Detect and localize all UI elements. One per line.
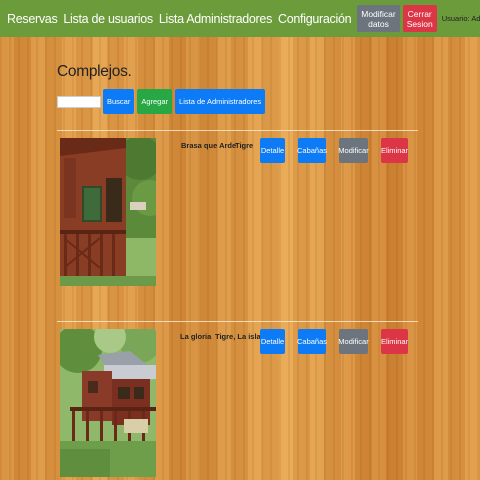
logout-button[interactable]: Cerrar Sesion	[402, 5, 437, 32]
search-toolbar: Buscar Agregar Lista de Administradores	[57, 89, 268, 114]
delete-button[interactable]: Eliminar	[381, 329, 408, 354]
complex-photo	[60, 138, 156, 286]
search-input[interactable]	[57, 95, 101, 108]
detail-button[interactable]: Detalle	[260, 329, 285, 354]
complex-location: Tigre	[235, 141, 254, 150]
complex-location: Tigre, La isla	[215, 332, 261, 341]
cabins-button[interactable]: Cabañas	[297, 329, 327, 354]
nav-link-reservas[interactable]: Reservas	[7, 12, 58, 26]
divider	[57, 321, 418, 322]
nav-link-lista-administradores[interactable]: Lista Administradores	[159, 12, 273, 26]
add-button[interactable]: Agregar	[137, 89, 173, 114]
complex-name: La gloria	[180, 332, 212, 341]
complex-photo	[60, 329, 156, 477]
page-title: Complejos.	[57, 63, 132, 80]
complex-row: La gloria Tigre, La isla Detalle Cabañas…	[57, 329, 418, 479]
delete-button[interactable]: Eliminar	[381, 138, 408, 163]
search-button[interactable]: Buscar	[103, 89, 135, 114]
nav-link-configuracion[interactable]: Configuración	[278, 12, 352, 26]
top-navbar: Reservas Lista de usuarios Lista Adminis…	[0, 0, 480, 37]
admin-list-button[interactable]: Lista de Administradores	[175, 89, 266, 114]
modify-button[interactable]: Modificar	[338, 329, 369, 354]
modify-button[interactable]: Modificar	[338, 138, 369, 163]
divider	[57, 130, 418, 131]
cabin-photo-image	[60, 329, 156, 477]
complex-row: Brasa que Arde Tigre Detalle Cabañas Mod…	[57, 138, 418, 288]
modify-data-button[interactable]: Modificar datos	[357, 5, 400, 32]
nav-link-lista-usuarios[interactable]: Lista de usuarios	[63, 12, 153, 26]
detail-button[interactable]: Detalle	[260, 138, 285, 163]
cabins-button[interactable]: Cabañas	[297, 138, 327, 163]
cabin-photo-image	[60, 138, 156, 286]
current-user-label: Usuario: Admin	[441, 14, 480, 23]
complex-name: Brasa que Arde	[181, 141, 237, 150]
